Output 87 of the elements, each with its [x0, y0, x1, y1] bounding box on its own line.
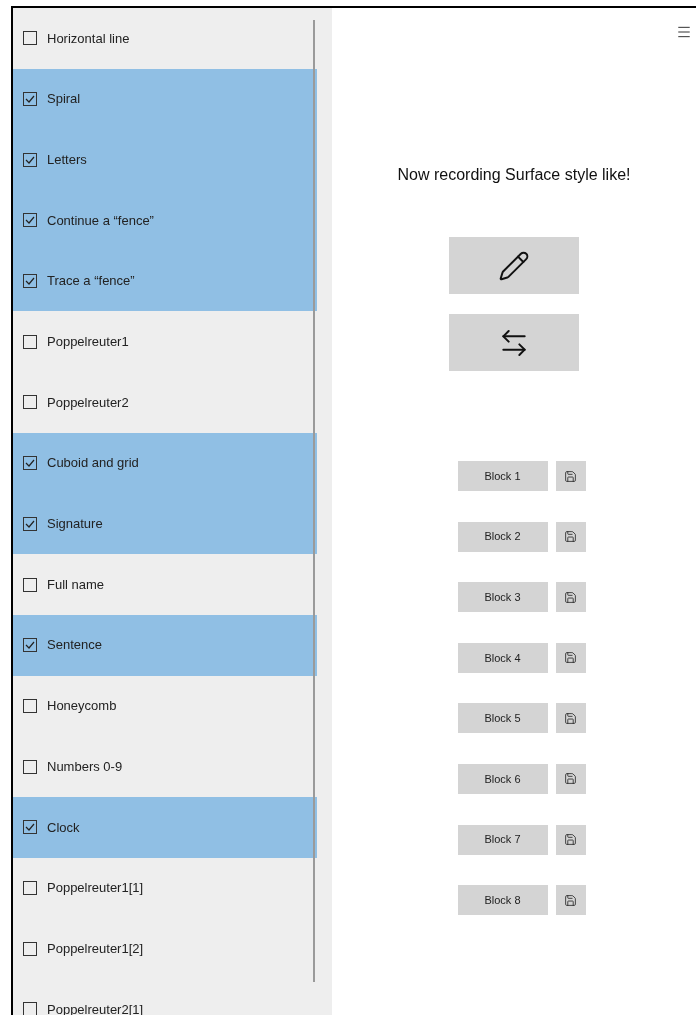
task-row[interactable]: Sentence — [13, 614, 317, 676]
swap-button[interactable] — [449, 314, 579, 371]
task-row[interactable]: Spiral — [13, 68, 317, 130]
checkbox[interactable] — [23, 213, 37, 228]
task-row[interactable]: Poppelreuter1 — [13, 311, 317, 373]
checkbox[interactable] — [23, 759, 37, 774]
save-icon — [564, 469, 577, 483]
task-row[interactable]: Trace a “fence” — [13, 250, 317, 312]
task-label: Clock — [47, 818, 80, 837]
block-button[interactable]: Block 5 — [457, 703, 548, 734]
scrollbar[interactable] — [313, 20, 315, 982]
task-label: Spiral — [47, 90, 81, 109]
block-button[interactable]: Block 6 — [457, 763, 548, 794]
checkbox[interactable] — [23, 820, 37, 835]
task-label: Horizontal line — [47, 29, 130, 48]
task-row[interactable]: Signature — [13, 493, 317, 555]
block-button[interactable]: Block 1 — [457, 461, 548, 491]
task-label: Poppelreuter1[2] — [47, 939, 144, 958]
save-button[interactable] — [555, 703, 586, 734]
check-icon — [25, 641, 35, 650]
save-icon — [564, 711, 577, 725]
task-row[interactable]: Poppelreuter2 — [13, 372, 317, 433]
task-row[interactable]: Cuboid and grid — [13, 432, 317, 494]
task-row[interactable]: Poppelreuter1[1] — [13, 857, 317, 919]
check-icon — [25, 823, 35, 832]
save-icon — [564, 590, 577, 604]
checkbox[interactable] — [23, 880, 37, 895]
save-icon — [564, 530, 577, 544]
checkbox[interactable] — [23, 698, 37, 713]
check-icon — [25, 277, 35, 286]
save-button[interactable] — [555, 642, 586, 673]
check-icon — [25, 459, 35, 468]
save-icon — [564, 833, 577, 847]
task-row[interactable]: Full name — [13, 554, 317, 615]
draw-button[interactable] — [449, 237, 579, 294]
task-row[interactable]: Letters — [13, 129, 317, 191]
task-label: Continue a “fence” — [47, 211, 154, 230]
block-button[interactable]: Block 8 — [457, 885, 548, 916]
save-icon — [564, 651, 577, 665]
check-icon — [25, 519, 35, 528]
task-label: Trace a “fence” — [47, 272, 135, 291]
pencil-icon — [498, 249, 530, 282]
checkbox[interactable] — [23, 516, 37, 531]
block-button[interactable]: Block 7 — [457, 824, 548, 855]
checkbox[interactable] — [23, 152, 37, 167]
task-row[interactable]: Clock — [13, 796, 317, 858]
check-icon — [25, 216, 35, 225]
save-icon — [564, 772, 577, 786]
task-label: Honeycomb — [47, 697, 117, 716]
task-label: Full name — [47, 575, 105, 594]
block-button[interactable]: Block 2 — [457, 521, 548, 552]
checkbox[interactable] — [23, 334, 37, 349]
task-label: Sentence — [47, 636, 102, 655]
save-button[interactable] — [555, 521, 586, 552]
save-button[interactable] — [555, 824, 586, 855]
checkbox[interactable] — [23, 395, 37, 410]
checkbox[interactable] — [23, 1002, 37, 1015]
task-label: Poppelreuter1[1] — [47, 879, 144, 898]
status-text: Now recording Surface style like! — [397, 165, 631, 185]
task-label: Cuboid and grid — [47, 454, 139, 473]
check-icon — [25, 155, 35, 164]
task-label: Numbers 0-9 — [47, 757, 123, 776]
save-button[interactable] — [555, 461, 586, 491]
task-row[interactable]: Poppelreuter1[2] — [13, 918, 317, 979]
save-icon — [564, 893, 577, 907]
checkbox[interactable] — [23, 92, 37, 107]
task-label: Signature — [47, 515, 103, 534]
task-row[interactable]: Horizontal line — [13, 8, 317, 69]
menu-icon[interactable] — [676, 24, 692, 40]
task-label: Letters — [47, 150, 87, 169]
checkbox[interactable] — [23, 941, 37, 956]
checkbox[interactable] — [23, 31, 37, 46]
task-row[interactable]: Continue a “fence” — [13, 190, 317, 251]
task-label: Poppelreuter1 — [47, 333, 129, 352]
block-button[interactable]: Block 3 — [457, 582, 548, 613]
task-label: Poppelreuter2 — [47, 393, 129, 412]
checkbox[interactable] — [23, 456, 37, 471]
save-button[interactable] — [555, 582, 586, 613]
checkbox[interactable] — [23, 274, 37, 289]
check-icon — [25, 95, 35, 104]
save-button[interactable] — [555, 885, 586, 916]
block-button[interactable]: Block 4 — [457, 642, 548, 673]
task-row[interactable]: Numbers 0-9 — [13, 736, 317, 797]
checkbox[interactable] — [23, 638, 37, 653]
task-row[interactable]: Honeycomb — [13, 675, 317, 737]
save-button[interactable] — [555, 763, 586, 794]
checkbox[interactable] — [23, 577, 37, 592]
